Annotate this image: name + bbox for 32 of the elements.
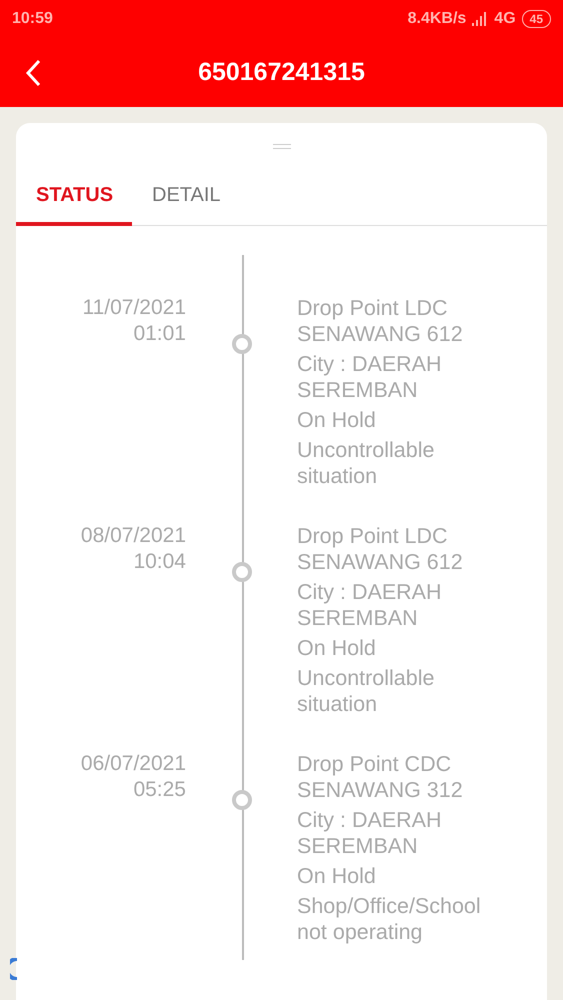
status-time: 10:59	[12, 10, 53, 28]
event-detail: City : DAERAH SEREMBAN	[297, 806, 443, 858]
signal-icon	[472, 12, 488, 26]
back-button[interactable]	[24, 58, 42, 86]
event-detail: City : DAERAH SEREMBAN	[297, 350, 443, 402]
event-detail: On Hold	[297, 862, 377, 888]
event-detail: Shop/Office/School not operating	[297, 892, 482, 944]
event-date: 06/07/2021	[80, 750, 186, 776]
timeline-dot	[232, 790, 252, 810]
event-date: 11/07/2021	[82, 294, 186, 320]
timeline-dot	[232, 562, 252, 582]
event-detail: Drop Point CDC SENAWANG 312	[297, 750, 464, 802]
event-detail: Drop Point LDC SENAWANG 612	[297, 294, 464, 346]
event-date: 08/07/2021	[80, 522, 186, 548]
tab[interactable]: STATUS	[16, 178, 132, 226]
event-detail: City : DAERAH SEREMBAN	[297, 578, 443, 630]
battery-level: 45	[522, 10, 551, 28]
event-time: 05:25	[133, 776, 186, 802]
network-type: 4G	[494, 10, 516, 28]
page-title: 650167241315	[197, 58, 366, 87]
drag-handle[interactable]	[272, 144, 290, 149]
event-detail: On Hold	[297, 406, 377, 432]
tab[interactable]: DETAIL	[132, 178, 241, 226]
event-detail: On Hold	[297, 634, 377, 660]
arc-icon[interactable]	[10, 958, 18, 980]
event-time: 10:04	[133, 548, 186, 574]
event-time: 01:01	[133, 320, 186, 346]
network-speed: 8.4KB/s	[408, 10, 466, 28]
event-detail: Drop Point LDC SENAWANG 612	[297, 522, 464, 574]
timeline-dot	[232, 334, 252, 354]
event-detail: Uncontrollable situation	[297, 664, 436, 716]
event-detail: Uncontrollable situation	[297, 436, 436, 488]
